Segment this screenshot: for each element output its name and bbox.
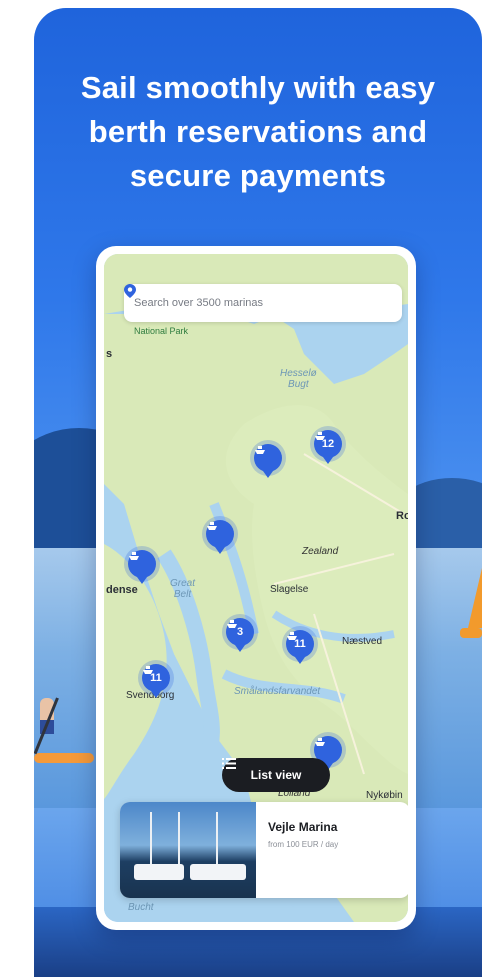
marina-marker[interactable]: [254, 444, 282, 478]
search-placeholder: Search over 3500 marinas: [134, 297, 264, 309]
marina-card[interactable]: Vejle Marina from 100 EUR / day: [120, 802, 408, 898]
map-label: Bucht: [128, 902, 154, 913]
ship-icon: [315, 738, 325, 746]
map-label-line: Belt: [173, 589, 192, 600]
sailboat-illustration: [468, 568, 482, 628]
marina-cluster-marker[interactable]: 3: [226, 618, 254, 652]
phone-screen: Search over 3500 marinas National Park s…: [96, 246, 416, 930]
map-label: Nykøbin: [366, 790, 403, 801]
map-label-line: Hesselø: [280, 368, 317, 379]
map-label: Great Belt: [170, 578, 195, 600]
map-label: dense: [106, 584, 138, 596]
headline-line: berth reservations and: [88, 114, 428, 149]
marina-marker[interactable]: [206, 520, 234, 554]
marina-marker[interactable]: [128, 550, 156, 584]
ship-icon: [227, 620, 237, 628]
ship-icon: [207, 522, 217, 530]
map-label: Zealand: [302, 546, 339, 557]
list-view-button[interactable]: List view: [222, 758, 330, 792]
map-label: s: [106, 348, 113, 360]
ship-icon: [315, 432, 325, 440]
list-view-label: List view: [250, 768, 302, 782]
marina-cluster-marker[interactable]: 12: [314, 430, 342, 464]
marina-cluster-marker[interactable]: 11: [286, 630, 314, 664]
ship-icon: [255, 446, 265, 454]
map-label: Næstved: [342, 636, 383, 647]
mast-illustration: [178, 812, 180, 872]
mast-illustration: [150, 812, 152, 872]
paddleboard-illustration: [34, 753, 94, 763]
location-pin-icon: [124, 284, 136, 298]
map-label: Hesselø Bugt: [280, 368, 317, 390]
headline-line: Sail smoothly with easy: [80, 70, 436, 105]
headline-line: secure payments: [129, 158, 387, 193]
map-label: Slagelse: [270, 584, 309, 595]
marina-name: Vejle Marina: [268, 820, 338, 834]
map-label: Ro: [396, 510, 408, 522]
map-label: Smålandsfarvandet: [234, 686, 321, 697]
map-label-line: Bugt: [288, 379, 309, 390]
list-icon: [222, 758, 236, 769]
mast-illustration: [216, 812, 218, 872]
ship-icon: [287, 632, 297, 640]
ship-icon: [143, 666, 153, 674]
headline: Sail smoothly with easy berth reservatio…: [54, 66, 462, 198]
marina-photo: [120, 802, 256, 898]
sailboat-illustration: [460, 628, 482, 638]
map-label: National Park: [134, 326, 189, 336]
map-view[interactable]: Search over 3500 marinas National Park s…: [104, 254, 408, 922]
marina-price: from 100 EUR / day: [268, 840, 339, 849]
search-input[interactable]: Search over 3500 marinas: [124, 284, 402, 322]
boat-illustration: [134, 864, 184, 880]
ship-icon: [129, 552, 139, 560]
map-label-line: Great: [170, 578, 196, 589]
marina-cluster-marker[interactable]: 11: [142, 664, 170, 698]
boat-illustration: [190, 864, 246, 880]
